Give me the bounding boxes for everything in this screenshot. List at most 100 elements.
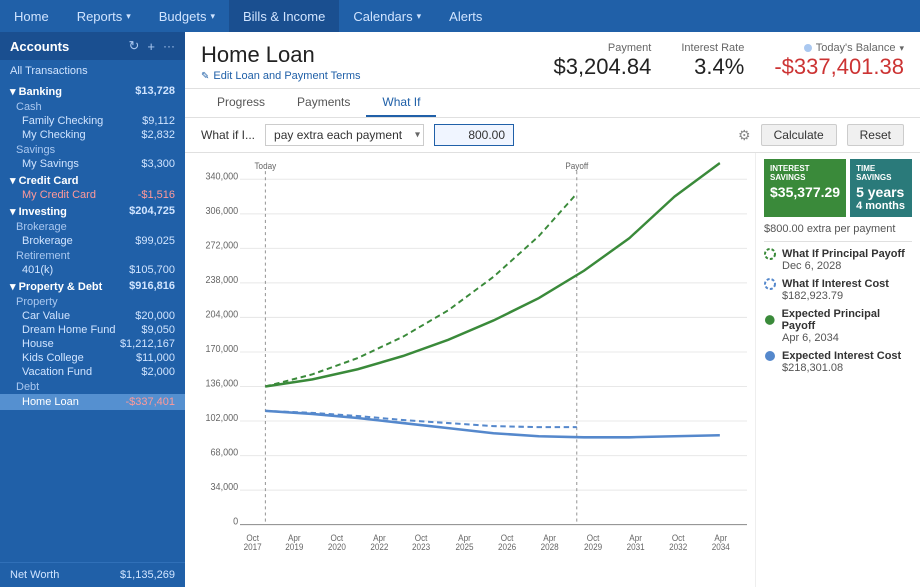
time-savings-sub: 4 months	[856, 200, 906, 212]
sidebar-subgroup-brokerage: Brokerage	[0, 219, 185, 234]
edit-icon: ✎	[201, 71, 209, 82]
balance-dot	[804, 44, 812, 52]
sidebar-group-label[interactable]: ▾ Credit Card	[10, 174, 78, 187]
nav-alerts[interactable]: Alerts	[435, 0, 496, 32]
chart-area: 340,000 306,000 272,000 238,000 204,000 …	[185, 153, 920, 587]
savings-boxes: INTEREST SAVINGS $35,377.29 TIME SAVINGS…	[764, 159, 912, 217]
more-icon[interactable]: ···	[163, 39, 175, 53]
refresh-icon[interactable]: ↻	[129, 38, 140, 54]
gear-icon[interactable]: ⚙	[738, 127, 751, 144]
sidebar-item[interactable]: Vacation Fund$2,000	[0, 365, 185, 379]
sidebar-item[interactable]: 401(k)$105,700	[0, 263, 185, 277]
sidebar-subgroup-retirement: Retirement	[0, 248, 185, 263]
whatif-label: What if I...	[201, 128, 255, 142]
sidebar-title: Accounts	[10, 39, 121, 54]
chevron-down-icon: ▾	[210, 11, 215, 22]
tab-progress[interactable]: Progress	[201, 89, 281, 117]
svg-text:238,000: 238,000	[205, 274, 238, 286]
chevron-down-icon: ▾	[126, 11, 131, 22]
sidebar-group-label[interactable]: ▾ Banking	[10, 85, 62, 98]
sidebar-item[interactable]: Kids College$11,000	[0, 351, 185, 365]
expected-interest-title: Expected Interest Cost	[782, 350, 901, 362]
nav-calendars[interactable]: Calendars ▾	[339, 0, 435, 32]
time-savings-box: TIME SAVINGS 5 years 4 months	[850, 159, 912, 217]
sidebar-subgroup-property: Property	[0, 294, 185, 309]
chart-svg: 340,000 306,000 272,000 238,000 204,000 …	[240, 161, 747, 547]
whatif-bar: What if I... pay extra each payment ▾ ⚙ …	[185, 118, 920, 153]
sidebar-item[interactable]: House$1,212,167	[0, 337, 185, 351]
add-icon[interactable]: +	[147, 39, 155, 54]
svg-text:204,000: 204,000	[205, 309, 238, 321]
chevron-down-icon: ▾	[417, 11, 422, 22]
sidebar-item[interactable]: My Checking$2,832	[0, 128, 185, 142]
sidebar-group-label[interactable]: ▾ Investing	[10, 205, 67, 218]
sidebar-item[interactable]: Car Value$20,000	[0, 309, 185, 323]
sidebar-group-total: $916,816	[129, 280, 175, 293]
svg-text:2025: 2025	[455, 542, 473, 553]
sidebar-group-label[interactable]: ▾ Property & Debt	[10, 280, 102, 293]
sidebar-group-creditcard: ▾ Credit Card	[0, 171, 185, 188]
whatif-amount-input[interactable]	[434, 124, 514, 146]
payment-label: Payment	[553, 42, 651, 54]
svg-text:2019: 2019	[285, 542, 303, 553]
reset-button[interactable]: Reset	[847, 124, 904, 146]
svg-text:2031: 2031	[627, 542, 645, 553]
balance-value: -$337,401.38	[774, 54, 904, 80]
legend-item-expected-principal: Expected Principal Payoff Apr 6, 2034	[764, 308, 912, 344]
svg-text:2017: 2017	[244, 542, 262, 553]
page-title: Home Loan	[201, 42, 361, 68]
svg-text:68,000: 68,000	[211, 447, 239, 459]
sidebar-group-total: $204,725	[129, 205, 175, 218]
whatif-principal-title: What If Principal Payoff	[782, 248, 905, 260]
nav-budgets[interactable]: Budgets ▾	[145, 0, 229, 32]
legend-panel: INTEREST SAVINGS $35,377.29 TIME SAVINGS…	[755, 153, 920, 587]
whatif-select[interactable]: pay extra each payment	[265, 124, 424, 146]
svg-text:2023: 2023	[412, 542, 430, 553]
svg-text:2022: 2022	[370, 542, 388, 553]
svg-text:34,000: 34,000	[211, 482, 239, 494]
tab-payments[interactable]: Payments	[281, 89, 366, 117]
sidebar-item[interactable]: My Savings$3,300	[0, 157, 185, 171]
sidebar-item[interactable]: My Credit Card-$1,516	[0, 188, 185, 202]
sidebar-header: Accounts ↻ + ···	[0, 32, 185, 60]
main-content: Home Loan ✎ Edit Loan and Payment Terms …	[185, 32, 920, 587]
sidebar-subgroup-savings: Savings	[0, 142, 185, 157]
edit-link[interactable]: ✎ Edit Loan and Payment Terms	[201, 70, 361, 82]
sidebar-item[interactable]: Dream Home Fund$9,050	[0, 323, 185, 337]
solid-green-dot-icon	[764, 314, 776, 326]
sidebar-item-home-loan[interactable]: Home Loan-$337,401	[0, 394, 185, 410]
nav-home[interactable]: Home	[0, 0, 63, 32]
expected-interest-value: $218,301.08	[764, 362, 912, 374]
interest-value: 3.4%	[681, 54, 744, 80]
sidebar-item[interactable]: Brokerage$99,025	[0, 234, 185, 248]
page-header: Home Loan ✎ Edit Loan and Payment Terms …	[185, 32, 920, 89]
tab-whatif[interactable]: What If	[366, 89, 436, 117]
expected-principal-title: Expected Principal Payoff	[782, 308, 912, 332]
interest-savings-box: INTEREST SAVINGS $35,377.29	[764, 159, 846, 217]
whatif-interest-title: What If Interest Cost	[782, 278, 889, 290]
svg-text:0: 0	[233, 516, 238, 528]
sidebar-item[interactable]: Family Checking$9,112	[0, 114, 185, 128]
legend-item-whatif-principal: What If Principal Payoff Dec 6, 2028	[764, 248, 912, 272]
svg-text:272,000: 272,000	[205, 240, 238, 252]
svg-text:2026: 2026	[498, 542, 516, 553]
interest-label: Interest Rate	[681, 42, 744, 54]
svg-text:2032: 2032	[669, 542, 687, 553]
calculate-button[interactable]: Calculate	[761, 124, 837, 146]
svg-text:102,000: 102,000	[205, 413, 238, 425]
dropdown-icon[interactable]: ▾	[899, 43, 904, 54]
dashed-blue-dot-icon	[764, 278, 776, 290]
nav-reports[interactable]: Reports ▾	[63, 0, 145, 32]
dashed-green-dot-icon	[764, 248, 776, 260]
sidebar-all-transactions[interactable]: All Transactions	[0, 60, 185, 82]
whatif-principal-value: Dec 6, 2028	[764, 260, 912, 272]
sidebar-group-total: $13,728	[135, 85, 175, 98]
payment-stat: Payment $3,204.84	[553, 42, 651, 80]
svg-text:170,000: 170,000	[205, 344, 238, 356]
svg-text:2020: 2020	[328, 542, 346, 553]
balance-stat: Today's Balance ▾ -$337,401.38	[774, 42, 904, 80]
svg-text:340,000: 340,000	[205, 171, 238, 183]
balance-label: Today's Balance ▾	[774, 42, 904, 54]
nav-bills[interactable]: Bills & Income	[229, 0, 339, 32]
time-savings-value: 5 years	[856, 184, 906, 200]
